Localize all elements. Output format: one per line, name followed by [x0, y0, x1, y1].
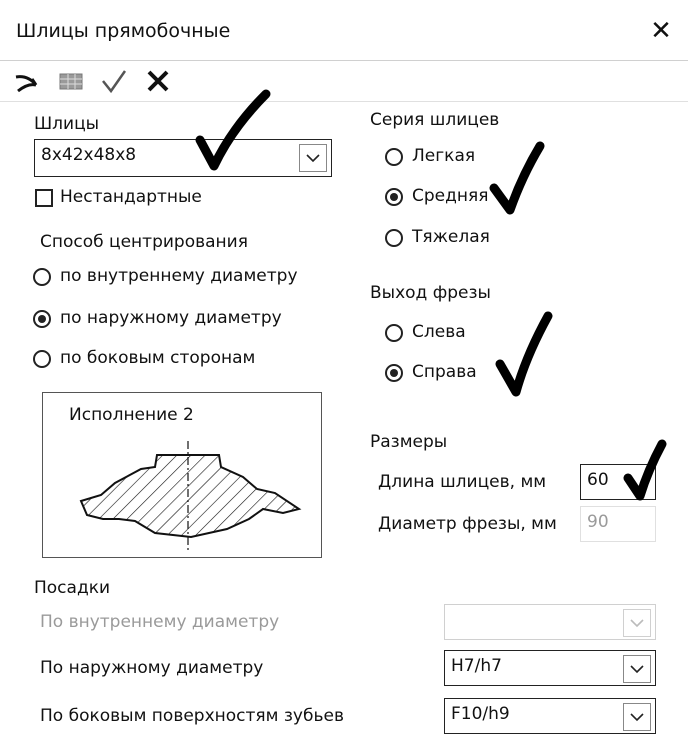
fit-inner-dropdown-button — [623, 609, 651, 637]
fit-side-label: По боковым поверхностям зубьев — [40, 706, 344, 726]
chevron-down-icon — [630, 665, 644, 674]
fit-side-select[interactable]: F10/h9 — [444, 698, 656, 734]
fit-outer-dropdown-button[interactable] — [623, 655, 651, 683]
fits-label: Посадки — [34, 578, 111, 598]
fit-side-dropdown-button[interactable] — [623, 703, 651, 731]
chevron-down-icon — [630, 713, 644, 722]
fit-side-value: F10/h9 — [451, 704, 510, 724]
fit-inner-label: По внутреннему диаметру — [40, 612, 280, 632]
fit-inner-select — [444, 604, 656, 640]
fit-outer-value: H7/h7 — [451, 656, 502, 676]
fit-outer-select[interactable]: H7/h7 — [444, 650, 656, 686]
chevron-down-icon — [630, 619, 644, 628]
fit-outer-label: По наружному диаметру — [40, 658, 264, 678]
handwritten-checkmarks — [195, 89, 667, 501]
